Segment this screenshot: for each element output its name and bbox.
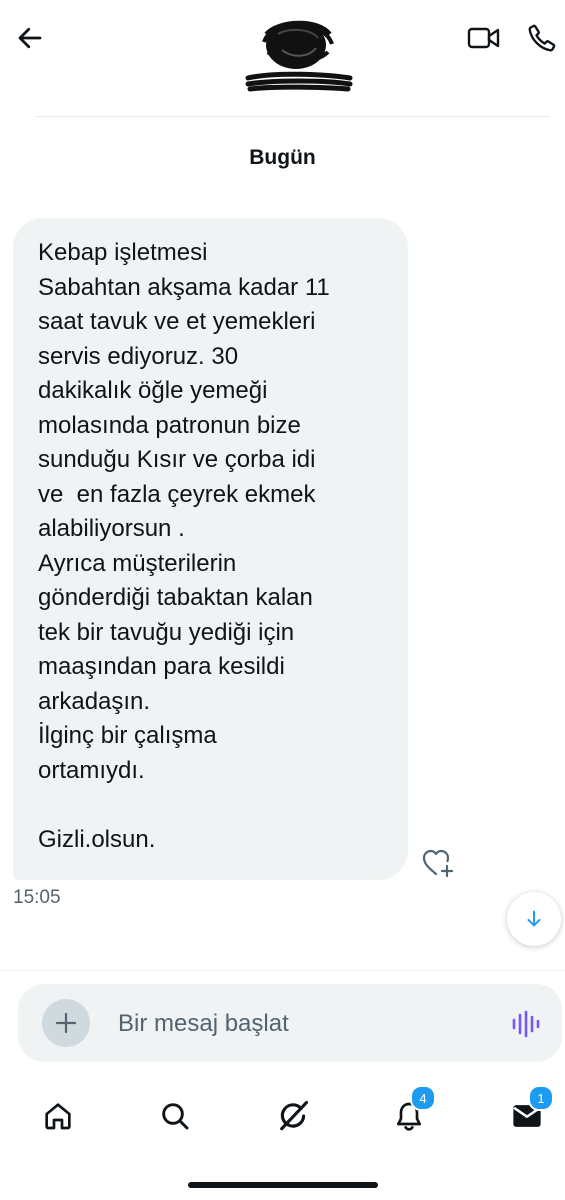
message-timestamp: 15:05 <box>13 887 61 908</box>
add-reaction-button[interactable] <box>418 843 458 883</box>
redacted-name-scribble <box>244 70 354 94</box>
date-separator: Bugün <box>249 146 316 169</box>
tab-home[interactable] <box>33 1091 83 1141</box>
video-camera-icon <box>467 27 500 49</box>
video-call-button[interactable] <box>462 18 506 58</box>
heart-plus-icon <box>422 849 454 878</box>
avatar[interactable] <box>258 12 338 74</box>
tab-grok[interactable] <box>268 1091 318 1141</box>
message-input[interactable] <box>116 996 490 1052</box>
grok-icon <box>280 1100 309 1131</box>
messages-badge: 1 <box>528 1085 554 1111</box>
message-bubble[interactable]: Kebap işletmesi Sabahtan akşama kadar 11… <box>13 218 408 880</box>
waveform-icon <box>512 1010 540 1038</box>
plus-icon <box>55 1012 77 1034</box>
notifications-badge: 4 <box>410 1085 436 1111</box>
bottom-tab-bar: 4 1 <box>0 1085 565 1145</box>
message-text: Kebap işletmesi Sabahtan akşama kadar 11… <box>38 239 330 853</box>
tab-notifications[interactable]: 4 <box>384 1085 436 1141</box>
arrow-down-icon <box>527 910 541 927</box>
voice-message-button[interactable] <box>506 1004 546 1044</box>
phone-icon <box>528 24 556 52</box>
tab-messages[interactable]: 1 <box>502 1085 554 1141</box>
tab-search[interactable] <box>150 1091 200 1141</box>
back-button[interactable] <box>10 18 50 58</box>
arrow-left-icon <box>18 27 42 49</box>
phone-call-button[interactable] <box>522 18 562 58</box>
redacted-avatar-scribble <box>262 20 334 69</box>
scroll-to-bottom-button[interactable] <box>507 892 561 946</box>
home-indicator <box>188 1182 378 1188</box>
search-icon <box>162 1103 189 1130</box>
message-composer <box>18 984 562 1062</box>
composer-divider <box>0 970 565 971</box>
header-divider <box>36 116 550 117</box>
attach-button[interactable] <box>42 999 90 1047</box>
home-icon <box>45 1103 71 1130</box>
